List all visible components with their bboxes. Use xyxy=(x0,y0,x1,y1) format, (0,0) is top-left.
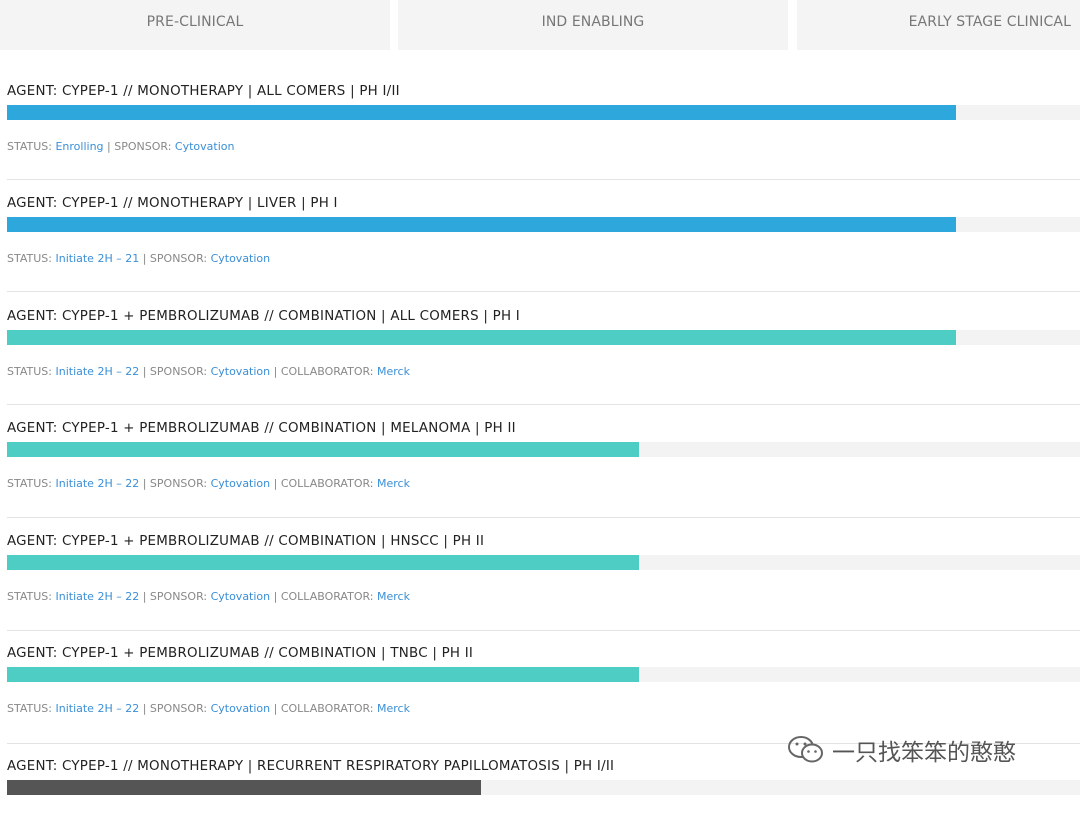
status-label: STATUS: xyxy=(7,477,56,490)
status-label: STATUS: xyxy=(7,140,56,153)
trial-title: AGENT: CYPEP-1 + PEMBROLIZUMAB // COMBIN… xyxy=(7,421,516,436)
trial-row: AGENT: CYPEP-1 + PEMBROLIZUMAB // COMBIN… xyxy=(0,534,1080,603)
progress-track xyxy=(7,780,1080,795)
separator: | xyxy=(139,590,150,603)
trial-meta: STATUS: Initiate 2H – 22 | SPONSOR: Cyto… xyxy=(7,365,410,378)
trial-meta: STATUS: Enrolling | SPONSOR: Cytovation xyxy=(7,140,234,153)
separator: | xyxy=(270,702,281,715)
progress-track xyxy=(7,667,1080,682)
tab-label: IND ENABLING xyxy=(541,14,645,30)
trial-meta: STATUS: Initiate 2H – 22 | SPONSOR: Cyto… xyxy=(7,590,410,603)
separator: | xyxy=(139,477,150,490)
progress-fill xyxy=(7,442,639,457)
status-value: Initiate 2H – 22 xyxy=(55,365,140,378)
progress-track xyxy=(7,330,1080,345)
trial-title: AGENT: CYPEP-1 // MONOTHERAPY | RECURREN… xyxy=(7,759,615,774)
wechat-icon xyxy=(788,736,823,763)
sponsor-label: SPONSOR: xyxy=(149,702,211,715)
row-divider xyxy=(7,291,1080,292)
separator: | xyxy=(139,365,150,378)
status-label: STATUS: xyxy=(7,590,56,603)
sponsor-link[interactable]: Cytovation xyxy=(211,590,271,603)
trial-row: AGENT: CYPEP-1 // MONOTHERAPY | RECURREN… xyxy=(0,759,1080,819)
row-divider xyxy=(7,404,1080,405)
status-label: STATUS: xyxy=(7,365,56,378)
status-value: Initiate 2H – 22 xyxy=(55,702,140,715)
status-value: Initiate 2H – 22 xyxy=(55,477,140,490)
separator: | xyxy=(103,140,115,153)
progress-track xyxy=(7,442,1080,457)
trial-meta: STATUS: Initiate 2H – 22 | SPONSOR: Cyto… xyxy=(7,477,410,490)
progress-fill xyxy=(7,780,481,795)
watermark: 一只找笨笨的憨憨 xyxy=(786,732,1016,768)
sponsor-label: SPONSOR: xyxy=(114,140,175,153)
sponsor-label: SPONSOR: xyxy=(149,252,211,265)
trial-title: AGENT: CYPEP-1 + PEMBROLIZUMAB // COMBIN… xyxy=(7,309,520,324)
progress-fill xyxy=(7,330,956,345)
tab-ind-enabling[interactable]: IND ENABLING xyxy=(398,0,788,50)
progress-track xyxy=(7,217,1080,232)
trial-meta: STATUS: Initiate 2H – 21 | SPONSOR: Cyto… xyxy=(7,252,270,265)
progress-fill xyxy=(7,555,639,570)
tab-label: EARLY STAGE CLINICAL xyxy=(908,14,1071,30)
row-divider xyxy=(7,517,1080,518)
trial-row: AGENT: CYPEP-1 // MONOTHERAPY | LIVER | … xyxy=(0,196,1080,265)
watermark-text: 一只找笨笨的憨憨 xyxy=(832,740,1016,766)
sponsor-link[interactable]: Cytovation xyxy=(211,702,271,715)
trial-row: AGENT: CYPEP-1 + PEMBROLIZUMAB // COMBIN… xyxy=(0,421,1080,490)
status-label: STATUS: xyxy=(7,702,56,715)
sponsor-link[interactable]: Cytovation xyxy=(211,252,271,265)
trial-row: AGENT: CYPEP-1 + PEMBROLIZUMAB // COMBIN… xyxy=(0,646,1080,715)
sponsor-link[interactable]: Cytovation xyxy=(211,365,271,378)
separator: | xyxy=(270,365,281,378)
sponsor-label: SPONSOR: xyxy=(149,365,211,378)
collaborator-label: COLLABORATOR: xyxy=(280,702,377,715)
collaborator-link[interactable]: Merck xyxy=(377,590,410,603)
collaborator-label: COLLABORATOR: xyxy=(280,590,377,603)
status-value: Initiate 2H – 22 xyxy=(55,590,140,603)
progress-fill xyxy=(7,105,956,120)
sponsor-label: SPONSOR: xyxy=(149,590,211,603)
progress-fill xyxy=(7,667,639,682)
trial-title: AGENT: CYPEP-1 + PEMBROLIZUMAB // COMBIN… xyxy=(7,646,474,661)
collaborator-link[interactable]: Merck xyxy=(377,702,410,715)
progress-track xyxy=(7,555,1080,570)
phase-tabs: PRE-CLINICAL IND ENABLING EARLY STAGE CL… xyxy=(0,0,1080,50)
progress-track xyxy=(7,105,1080,120)
sponsor-label: SPONSOR: xyxy=(149,477,211,490)
trial-meta: STATUS: Initiate 2H – 22 | SPONSOR: Cyto… xyxy=(7,702,410,715)
tab-pre-clinical[interactable]: PRE-CLINICAL xyxy=(0,0,390,50)
status-value: Initiate 2H – 21 xyxy=(55,252,140,265)
row-divider xyxy=(7,630,1080,631)
sponsor-link[interactable]: Cytovation xyxy=(175,140,235,153)
separator: | xyxy=(139,702,150,715)
separator: | xyxy=(139,252,150,265)
separator: | xyxy=(270,477,281,490)
tab-early-stage-clinical[interactable]: EARLY STAGE CLINICAL xyxy=(797,0,1080,50)
tab-label: PRE-CLINICAL xyxy=(146,14,244,30)
collaborator-link[interactable]: Merck xyxy=(377,365,410,378)
trial-title: AGENT: CYPEP-1 // MONOTHERAPY | ALL COME… xyxy=(7,84,400,99)
trial-title: AGENT: CYPEP-1 + PEMBROLIZUMAB // COMBIN… xyxy=(7,534,485,549)
trial-row: AGENT: CYPEP-1 // MONOTHERAPY | ALL COME… xyxy=(0,84,1080,153)
status-value: Enrolling xyxy=(55,140,104,153)
row-divider xyxy=(7,179,1080,180)
collaborator-label: COLLABORATOR: xyxy=(280,477,377,490)
trial-row: AGENT: CYPEP-1 + PEMBROLIZUMAB // COMBIN… xyxy=(0,309,1080,378)
separator: | xyxy=(270,590,281,603)
progress-fill xyxy=(7,217,956,232)
collaborator-link[interactable]: Merck xyxy=(377,477,410,490)
sponsor-link[interactable]: Cytovation xyxy=(211,477,271,490)
status-label: STATUS: xyxy=(7,252,56,265)
collaborator-label: COLLABORATOR: xyxy=(280,365,377,378)
trial-title: AGENT: CYPEP-1 // MONOTHERAPY | LIVER | … xyxy=(7,196,338,211)
